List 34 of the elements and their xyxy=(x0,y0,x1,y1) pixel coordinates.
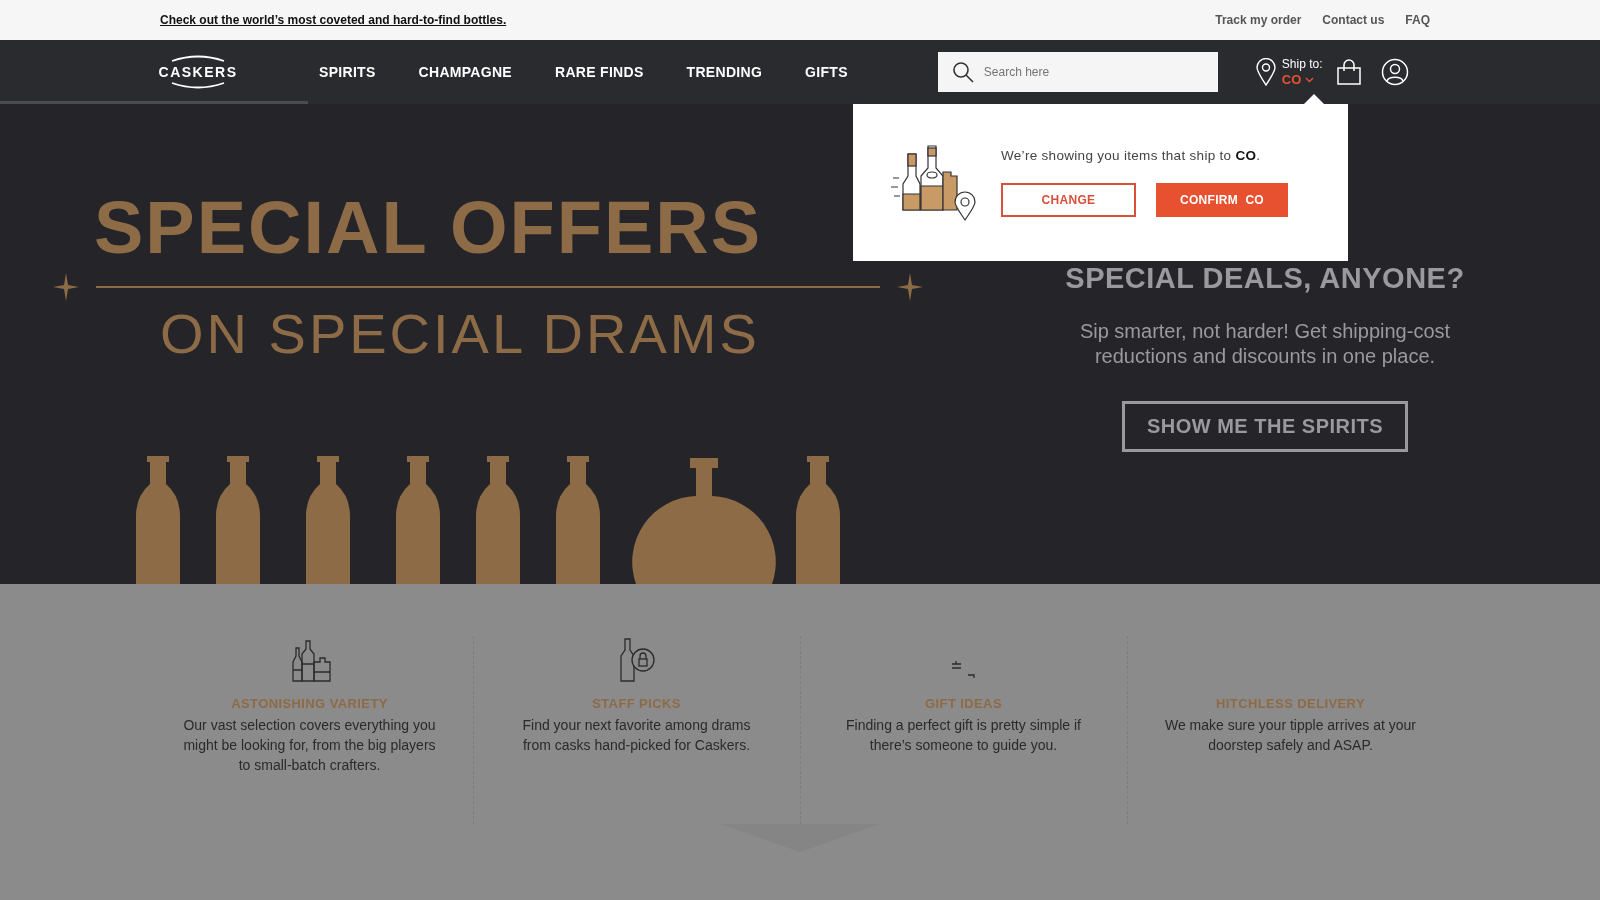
nav-link[interactable]: GIFTS xyxy=(805,64,848,80)
popup-message: We’re showing you items that ship to CO. xyxy=(1001,148,1262,163)
feature-text: Finding a perfect gift is pretty simple if there’s someone to guide you. xyxy=(845,716,1082,755)
banner-subtitle: ON SPECIAL DRAMS xyxy=(160,302,761,366)
feature-title: GIFT IDEAS xyxy=(925,696,1002,711)
nav-link[interactable]: SPIRITS xyxy=(319,64,376,80)
feature-text: We make sure your tipple arrives at your doorstep safely and ASAP. xyxy=(1163,716,1418,755)
change-button[interactable]: CHANGE xyxy=(1001,183,1136,217)
search-field[interactable]: Search here xyxy=(937,52,1218,92)
show-spirits-button[interactable]: SHOW ME THE SPIRITS xyxy=(1122,401,1408,452)
feature-text: Find your next favorite among drams from casks hand-picked for Caskers. xyxy=(521,716,752,755)
hero-text: Sip smarter, not harder! Get shipping-cost reductions and discounts in one place. xyxy=(1078,319,1452,369)
user-icon[interactable] xyxy=(1380,58,1409,86)
feature-title: STAFF PICKS xyxy=(592,696,681,711)
bottle-lock-icon xyxy=(617,636,656,682)
utility-link[interactable]: Track my order xyxy=(1215,13,1302,27)
feature-title: HITCHLESS DELIVERY xyxy=(1216,696,1365,711)
ship-to-dropdown[interactable]: CO xyxy=(1281,72,1323,87)
feature-title: ASTONISHING VARIETY xyxy=(231,696,388,711)
utility-link[interactable]: FAQ xyxy=(1405,13,1430,27)
confirm-button[interactable]: CONFIRM CO xyxy=(1156,183,1288,217)
ship-to-label: Ship to: xyxy=(1281,57,1323,72)
nav-link[interactable]: CHAMPAGNE xyxy=(418,64,512,80)
chevron-down-icon xyxy=(1305,76,1315,83)
location-pin-icon xyxy=(1255,58,1276,86)
nav-link[interactable]: TRENDING xyxy=(686,64,763,80)
promo-link[interactable]: Check out the world’s most coveted and hard-to-find bottles. xyxy=(160,13,507,27)
banner-title: SPECIAL OFFERS xyxy=(94,188,764,268)
nav-link[interactable]: RARE FINDS xyxy=(555,64,644,80)
feature-text: Our vast selection covers everything you might be looking for, from the big players to small-batch crafters. xyxy=(182,716,437,775)
shopping-bag-icon[interactable] xyxy=(1336,59,1361,85)
caskers-logo[interactable]: CASKERS xyxy=(160,54,236,90)
hero-heading: SPECIAL DEALS, ANYONE? xyxy=(1065,262,1465,295)
utility-link[interactable]: Contact us xyxy=(1322,13,1385,27)
